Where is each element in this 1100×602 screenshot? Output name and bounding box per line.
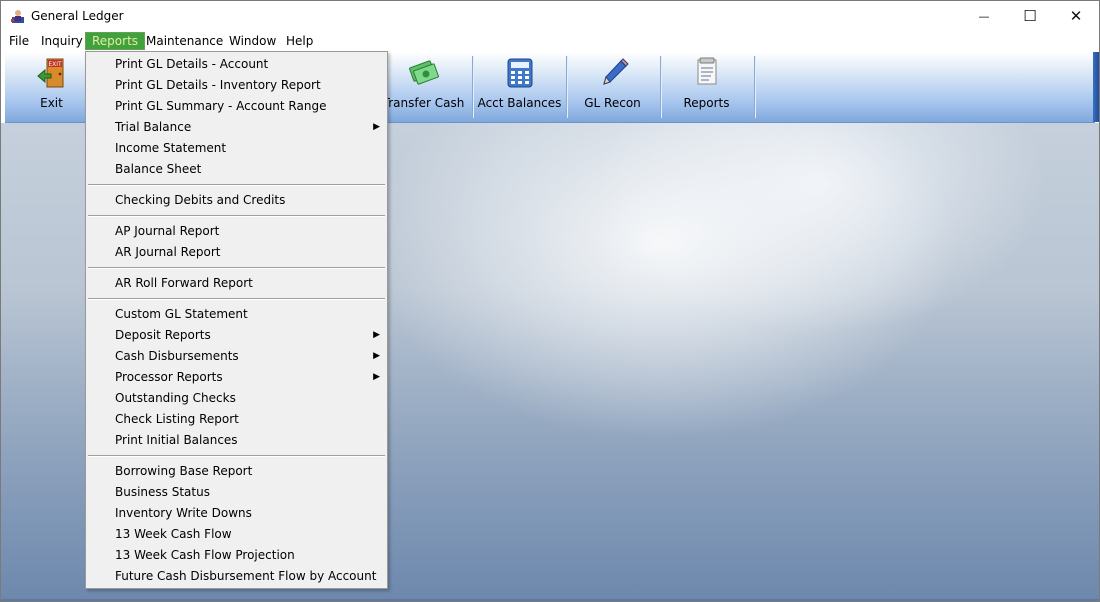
- cash-icon: [408, 60, 439, 85]
- reports-toolbar-label: Reports: [683, 96, 730, 110]
- menu-item-processor-reports[interactable]: Processor Reports ▶: [86, 367, 387, 388]
- menu-item-ap-journal-report[interactable]: AP Journal Report: [86, 221, 387, 242]
- reports-toolbar-button[interactable]: Reports: [660, 52, 753, 120]
- menu-separator: [88, 455, 385, 457]
- menu-item-print-gl-details-account[interactable]: Print GL Details - Account: [86, 54, 387, 75]
- exit-door-icon: EXIT: [36, 58, 63, 88]
- menu-item-label: AR Roll Forward Report: [115, 276, 253, 290]
- submenu-arrow-icon: ▶: [373, 351, 380, 361]
- report-document-icon: [697, 57, 716, 85]
- menu-item-label: Inventory Write Downs: [115, 506, 252, 520]
- menu-item-ar-journal-report[interactable]: AR Journal Report: [86, 242, 387, 263]
- menu-item-business-status[interactable]: Business Status: [86, 482, 387, 503]
- menu-reports[interactable]: Reports: [85, 32, 146, 50]
- menu-item-trial-balance[interactable]: Trial Balance ▶: [86, 117, 387, 138]
- submenu-arrow-icon: ▶: [373, 122, 380, 132]
- menu-item-13-week-cash-flow[interactable]: 13 Week Cash Flow: [86, 524, 387, 545]
- close-button[interactable]: ✕: [1053, 1, 1099, 31]
- menu-item-label: Print Initial Balances: [115, 433, 238, 447]
- menu-item-label: Checking Debits and Credits: [115, 193, 286, 207]
- menu-item-label: Processor Reports: [115, 370, 223, 384]
- menu-item-label: Print GL Details - Inventory Report: [115, 78, 321, 92]
- menu-item-label: Balance Sheet: [115, 162, 202, 176]
- menu-item-print-initial-balances[interactable]: Print Initial Balances: [86, 430, 387, 451]
- gl-recon-button[interactable]: GL Recon: [566, 52, 659, 120]
- menu-item-label: Cash Disbursements: [115, 349, 239, 363]
- menu-item-future-cash-disbursement[interactable]: Future Cash Disbursement Flow by Account: [86, 566, 387, 587]
- menu-item-label: Check Listing Report: [115, 412, 239, 426]
- acct-balances-label: Acct Balances: [477, 96, 562, 110]
- maximize-button[interactable]: ☐: [1007, 1, 1053, 31]
- menu-separator: [88, 298, 385, 300]
- menu-item-ar-roll-forward[interactable]: AR Roll Forward Report: [86, 273, 387, 294]
- menu-item-check-listing-report[interactable]: Check Listing Report: [86, 409, 387, 430]
- menu-item-balance-sheet[interactable]: Balance Sheet: [86, 159, 387, 180]
- menu-item-label: AR Journal Report: [115, 245, 221, 259]
- calculator-icon: [507, 58, 532, 88]
- toolbar-edge: [1093, 52, 1099, 122]
- gl-recon-label: GL Recon: [584, 96, 641, 110]
- menu-item-label: Print GL Summary - Account Range: [115, 99, 327, 113]
- submenu-arrow-icon: ▶: [373, 372, 380, 382]
- menu-item-income-statement[interactable]: Income Statement: [86, 138, 387, 159]
- toolbar-separator: [754, 56, 755, 118]
- menu-item-label: Business Status: [115, 485, 210, 499]
- transfer-cash-button[interactable]: Transfer Cash: [377, 52, 470, 120]
- app-figure-icon: [11, 10, 24, 23]
- minimize-icon: —: [978, 9, 990, 23]
- menu-window[interactable]: Window: [223, 32, 282, 50]
- menu-item-label: Future Cash Disbursement Flow by Account: [115, 569, 377, 583]
- close-icon: ✕: [1069, 7, 1083, 25]
- menu-item-deposit-reports[interactable]: Deposit Reports ▶: [86, 325, 387, 346]
- acct-balances-button[interactable]: Acct Balances: [473, 52, 566, 120]
- general-ledger-window: General Ledger — ☐ ✕ File Inquiry Report…: [0, 0, 1100, 602]
- menu-item-label: Outstanding Checks: [115, 391, 236, 405]
- menu-item-borrowing-base-report[interactable]: Borrowing Base Report: [86, 461, 387, 482]
- menu-separator: [88, 215, 385, 217]
- menu-maintenance[interactable]: Maintenance: [140, 32, 229, 50]
- menu-item-label: Custom GL Statement: [115, 307, 248, 321]
- menu-item-checking-debits-credits[interactable]: Checking Debits and Credits: [86, 190, 387, 211]
- reports-dropdown-menu: Print GL Details - Account Print GL Deta…: [85, 51, 388, 589]
- menu-inquiry[interactable]: Inquiry: [35, 32, 89, 50]
- menu-item-outstanding-checks[interactable]: Outstanding Checks: [86, 388, 387, 409]
- menu-separator: [88, 267, 385, 269]
- menu-help[interactable]: Help: [280, 32, 319, 50]
- menu-item-inventory-write-downs[interactable]: Inventory Write Downs: [86, 503, 387, 524]
- window-title: General Ledger: [31, 9, 124, 23]
- menu-item-label: Print GL Details - Account: [115, 57, 269, 71]
- title-bar[interactable]: General Ledger — ☐ ✕: [1, 1, 1099, 31]
- menu-file[interactable]: File: [3, 32, 35, 50]
- menu-item-label: Income Statement: [115, 141, 227, 155]
- menu-item-print-gl-details-inventory[interactable]: Print GL Details - Inventory Report: [86, 75, 387, 96]
- submenu-arrow-icon: ▶: [373, 330, 380, 340]
- menu-item-print-gl-summary[interactable]: Print GL Summary - Account Range: [86, 96, 387, 117]
- maximize-icon: ☐: [1023, 7, 1037, 25]
- menu-bar: File Inquiry Reports Maintenance Window …: [1, 31, 1099, 51]
- menu-item-label: 13 Week Cash Flow: [115, 527, 232, 541]
- transfer-cash-label: Transfer Cash: [382, 96, 465, 110]
- workspace-bottom-edge: [1, 599, 1099, 601]
- pencil-icon: [602, 58, 629, 85]
- menu-item-label: 13 Week Cash Flow Projection: [115, 548, 295, 562]
- menu-item-13-week-cash-flow-projection[interactable]: 13 Week Cash Flow Projection: [86, 545, 387, 566]
- minimize-button[interactable]: —: [961, 1, 1007, 31]
- menu-item-label: AP Journal Report: [115, 224, 220, 238]
- menu-item-label: Trial Balance: [115, 120, 192, 134]
- menu-item-custom-gl-statement[interactable]: Custom GL Statement: [86, 304, 387, 325]
- svg-text:EXIT: EXIT: [48, 61, 62, 68]
- menu-item-label: Deposit Reports: [115, 328, 211, 342]
- menu-separator: [88, 184, 385, 186]
- menu-item-cash-disbursements[interactable]: Cash Disbursements ▶: [86, 346, 387, 367]
- menu-item-label: Borrowing Base Report: [115, 464, 253, 478]
